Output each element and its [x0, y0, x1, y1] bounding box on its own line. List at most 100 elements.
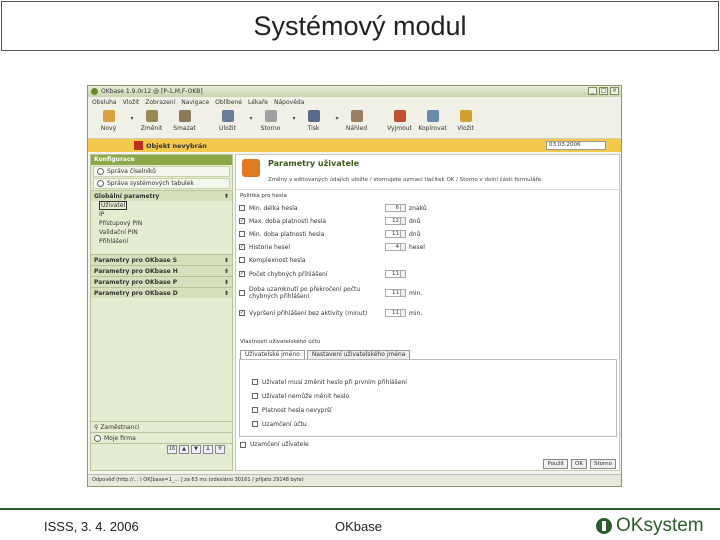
spinner[interactable]: [401, 204, 406, 212]
separator: [375, 107, 385, 115]
form-header: Parametry uživatele Změny v editovaných …: [236, 155, 619, 190]
option-cannot-change: Uživatel nemůže měnit heslo: [252, 391, 349, 401]
sub-item-login[interactable]: Přihlášení: [91, 237, 232, 246]
maximize-button[interactable]: □: [599, 87, 608, 95]
value-input[interactable]: 6: [385, 204, 401, 212]
collapse-icon[interactable]: ⇞: [224, 193, 229, 200]
group-okbase-h[interactable]: Parametry pro OKbase H ⇟: [91, 265, 232, 276]
spinner[interactable]: [401, 230, 406, 238]
spinner[interactable]: [401, 270, 406, 278]
page-number: 16: [167, 445, 177, 454]
option-account-locked: Uzamčení účtu: [252, 419, 307, 429]
logo-text: OKsystem: [616, 515, 704, 536]
checkbox[interactable]: [239, 290, 245, 296]
tab-username[interactable]: Uživatelské jméno: [240, 350, 305, 359]
sub-item-ip[interactable]: IP: [91, 210, 232, 219]
form-title: Parametry uživatele: [268, 159, 360, 168]
paste-button[interactable]: Vložit: [451, 107, 480, 132]
new-dropdown-icon[interactable]: ▾: [127, 107, 137, 122]
close-button[interactable]: ×: [610, 87, 619, 95]
checkbox[interactable]: [252, 393, 258, 399]
value-input[interactable]: 11: [385, 309, 401, 317]
edit-icon: [145, 110, 158, 122]
group-okbase-d[interactable]: Parametry pro OKbase D ⇟: [91, 287, 232, 298]
nav-item-system-tables[interactable]: Správa systémových tabulek: [93, 178, 230, 189]
option-must-change: Uživatel musí změnit heslo při prvním př…: [252, 377, 407, 387]
checkbox[interactable]: [239, 257, 245, 263]
menu-zobrazeni[interactable]: Zobrazení: [145, 99, 175, 106]
checkbox[interactable]: [252, 421, 258, 427]
copy-button[interactable]: Kopírovat: [418, 107, 447, 132]
value-input[interactable]: 12: [385, 217, 401, 225]
panel-toolbar: 16 ▲ ▼ ⇊ ⇈: [91, 443, 232, 455]
app-logo-icon: [91, 88, 98, 95]
nav-down-icon[interactable]: ▼: [191, 445, 201, 454]
new-button[interactable]: Nový: [94, 107, 123, 132]
apply-button[interactable]: Použít: [543, 459, 569, 469]
group-okbase-s[interactable]: Parametry pro OKbase S ⇟: [91, 254, 232, 265]
sub-item-validation-pin[interactable]: Validační PIN: [91, 228, 232, 237]
checkbox[interactable]: ✓: [239, 310, 245, 316]
checkbox[interactable]: ✓: [239, 218, 245, 224]
edit-button[interactable]: Změnit: [137, 107, 166, 132]
cut-button[interactable]: Vyjmout: [385, 107, 414, 132]
print-button[interactable]: Tisk: [299, 107, 328, 132]
save-dropdown-icon[interactable]: ▾: [246, 107, 256, 122]
row-complexity: Komplexnost hesla: [239, 255, 609, 265]
ok-button[interactable]: OK: [571, 459, 587, 469]
menu-napoveda[interactable]: Nápověda: [274, 99, 304, 106]
expand-icon[interactable]: ⇟: [224, 279, 229, 286]
nav-up-icon[interactable]: ▲: [179, 445, 189, 454]
status-bar: Odpověď (http://... ) OK[base=1_... ] za…: [88, 474, 621, 486]
menu-obsluha[interactable]: Obsluha: [92, 99, 117, 106]
object-bar: Objekt nevybrán 03.03.2006: [88, 139, 621, 152]
value-input[interactable]: 11: [385, 270, 401, 278]
window-title: OKbase 1.9.0r12 @ [P-1,M,F-OKB]: [101, 88, 203, 95]
value-input[interactable]: 11: [385, 230, 401, 238]
menu-navigace[interactable]: Navigace: [181, 99, 209, 106]
cancel-dropdown-icon[interactable]: ▾: [289, 107, 299, 122]
checkbox[interactable]: [240, 441, 246, 448]
date-field[interactable]: 03.03.2006: [546, 141, 606, 150]
spinner[interactable]: [401, 289, 406, 297]
menu-oblibene[interactable]: Oblíbené: [215, 99, 242, 106]
expand-all-icon[interactable]: ⇊: [203, 445, 213, 454]
sub-item-access-pin[interactable]: Přístupový PIN: [91, 219, 232, 228]
spinner[interactable]: [401, 243, 406, 251]
nav-my-company[interactable]: Moje firma: [91, 432, 232, 443]
checkbox[interactable]: [252, 379, 258, 385]
minimize-button[interactable]: _: [588, 87, 597, 95]
row-inactivity: ✓ Vypršení přihlášení bez aktivity (minut…: [239, 309, 423, 317]
nav-employees[interactable]: ⚲ Zaměstnanci: [91, 421, 232, 432]
row-lock-user: Uzamčení uživatele: [240, 441, 309, 448]
checkbox[interactable]: ✓: [239, 271, 245, 277]
group-global-params[interactable]: Globální parametry ⇞: [91, 190, 232, 201]
cancel-form-button[interactable]: Storno: [589, 459, 616, 469]
spinner[interactable]: [401, 309, 406, 317]
value-input[interactable]: 4: [385, 243, 401, 251]
logo-icon: [596, 518, 612, 534]
tab-username-settings[interactable]: Nastavení uživatelského jména: [306, 350, 411, 359]
sub-item-user[interactable]: Uživatel: [91, 201, 232, 210]
group-okbase-p[interactable]: Parametry pro OKbase P ⇟: [91, 276, 232, 287]
print-dropdown-icon[interactable]: ▾: [332, 107, 342, 122]
menu-lekare[interactable]: Lékaře: [248, 99, 268, 106]
checkbox[interactable]: [239, 205, 245, 211]
expand-icon[interactable]: ⇟: [224, 268, 229, 275]
checkbox[interactable]: ✓: [239, 244, 245, 250]
checkbox[interactable]: [239, 231, 245, 237]
preview-button[interactable]: Náhled: [342, 107, 371, 132]
nav-item-codebooks[interactable]: Správa číselníků: [93, 166, 230, 177]
spinner[interactable]: [401, 217, 406, 225]
form-hint: Změny v editovaných údajích uložte / sto…: [268, 177, 543, 183]
value-input[interactable]: 11: [385, 289, 401, 297]
collapse-all-icon[interactable]: ⇈: [215, 445, 225, 454]
expand-icon[interactable]: ⇟: [224, 257, 229, 264]
save-button[interactable]: Uložit: [213, 107, 242, 132]
cancel-button[interactable]: Storno: [256, 107, 285, 132]
row-min-validity: Min. doba platnosti hesla 11 dnů: [239, 229, 609, 239]
delete-button[interactable]: Smazat: [170, 107, 199, 132]
expand-icon[interactable]: ⇟: [224, 290, 229, 297]
checkbox[interactable]: [252, 407, 258, 413]
menu-vlozit[interactable]: Vložit: [123, 99, 140, 106]
